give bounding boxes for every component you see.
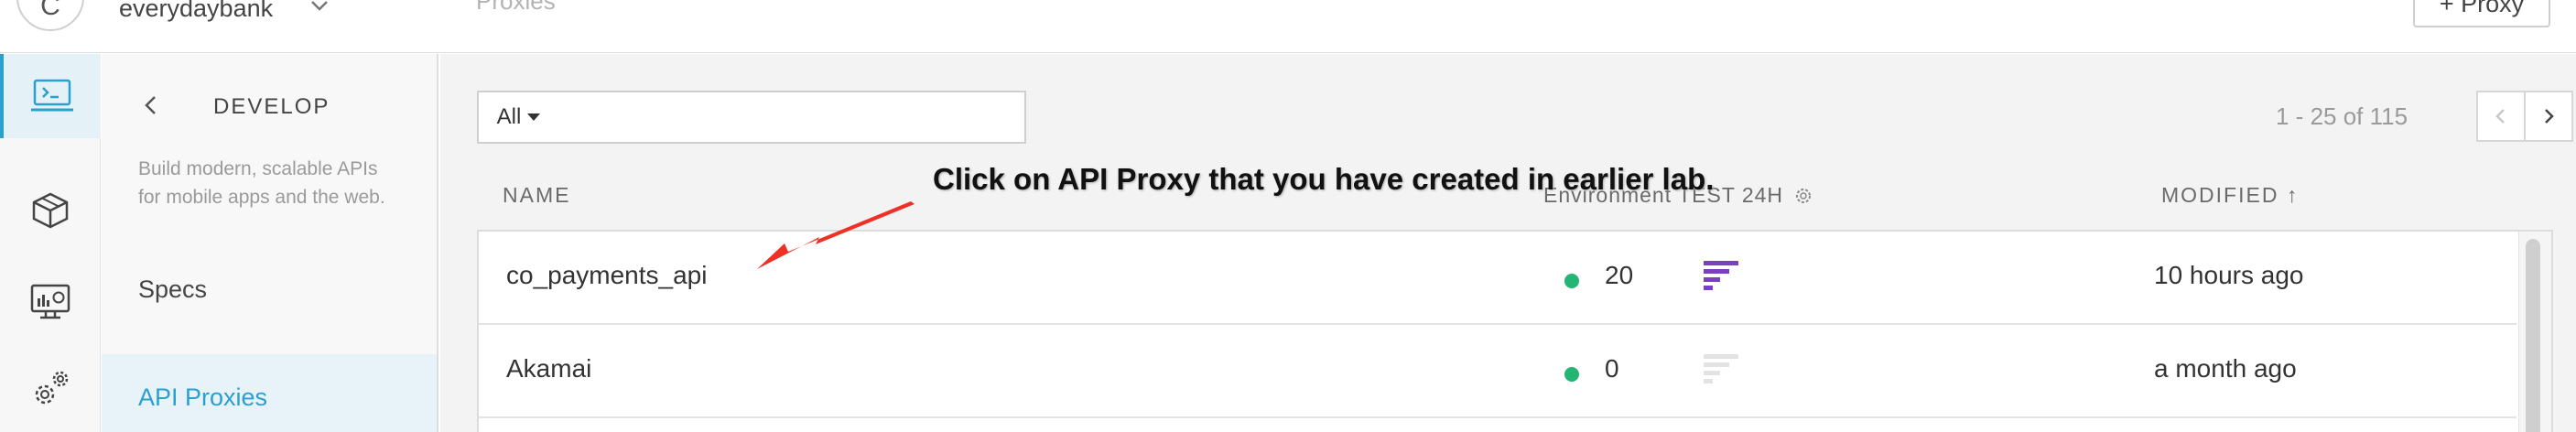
modified-time: a month ago bbox=[2154, 354, 2297, 383]
back-chevron-icon[interactable] bbox=[138, 92, 164, 118]
org-initial: C bbox=[40, 0, 60, 21]
nav-item-specs[interactable]: Specs bbox=[138, 275, 207, 304]
table-row[interactable]: Akamai 0 a month ago bbox=[479, 325, 2516, 418]
breadcrumb: Proxies bbox=[476, 0, 556, 15]
traffic-count: 20 bbox=[1605, 261, 1634, 289]
nav-item-api-proxies-label: API Proxies bbox=[138, 383, 268, 411]
filter-select[interactable]: All bbox=[477, 91, 561, 144]
scrollbar-thumb[interactable] bbox=[2526, 239, 2540, 432]
add-proxy-button[interactable]: + Proxy bbox=[2413, 0, 2550, 27]
org-avatar[interactable]: C bbox=[16, 0, 84, 31]
org-name[interactable]: everydaybank bbox=[119, 0, 273, 23]
next-page-button[interactable] bbox=[2524, 91, 2573, 142]
chevron-left-icon bbox=[2495, 109, 2505, 124]
filter-select-value: All bbox=[496, 104, 522, 129]
develop-nav-panel: DEVELOP Build modern, scalable APIs for … bbox=[102, 54, 438, 432]
rail-item-develop[interactable] bbox=[0, 54, 101, 138]
chevron-right-icon bbox=[2545, 109, 2554, 124]
admin-gears-icon bbox=[35, 371, 69, 405]
nav-item-api-proxies[interactable]: API Proxies bbox=[102, 354, 437, 432]
analyze-monitor-icon bbox=[30, 284, 70, 319]
search-input[interactable] bbox=[559, 91, 1026, 144]
status-dot bbox=[1564, 274, 1579, 288]
column-header-name[interactable]: NAME bbox=[503, 183, 570, 208]
column-header-modified[interactable]: MODIFIED ↑ bbox=[2161, 183, 2299, 208]
rail-item-analyze[interactable] bbox=[0, 260, 101, 344]
publish-box-icon bbox=[32, 192, 69, 229]
top-bar: C everydaybank Proxies + Proxy bbox=[0, 0, 2576, 53]
icon-rail bbox=[0, 54, 101, 432]
modified-time: 10 hours ago bbox=[2154, 261, 2304, 289]
prev-page-button[interactable] bbox=[2476, 91, 2526, 142]
annotation-arrow-icon bbox=[757, 201, 915, 269]
nav-description: Build modern, scalable APIs for mobile a… bbox=[138, 158, 385, 208]
traffic-count: 0 bbox=[1605, 354, 1619, 383]
nav-title: DEVELOP bbox=[213, 94, 330, 119]
instruction-annotation: Click on API Proxy that you have created… bbox=[933, 162, 1715, 196]
main-content: All 1 - 25 of 115 NAME Environment TEST … bbox=[440, 54, 2576, 432]
develop-console-icon bbox=[31, 79, 73, 112]
status-dot bbox=[1564, 367, 1579, 382]
proxy-name[interactable]: co_payments_api bbox=[506, 261, 707, 290]
rail-item-admin[interactable] bbox=[0, 347, 101, 431]
gear-icon[interactable] bbox=[1793, 186, 1813, 206]
caret-down-icon bbox=[527, 113, 541, 121]
traffic-sparkline-icon bbox=[1704, 261, 1738, 290]
rail-item-publish[interactable] bbox=[0, 168, 101, 253]
traffic-sparkline-icon bbox=[1704, 354, 1738, 383]
chevron-down-icon[interactable] bbox=[306, 0, 333, 18]
proxy-name[interactable]: Akamai bbox=[506, 354, 591, 383]
pagination-summary: 1 - 25 of 115 bbox=[2276, 103, 2408, 130]
